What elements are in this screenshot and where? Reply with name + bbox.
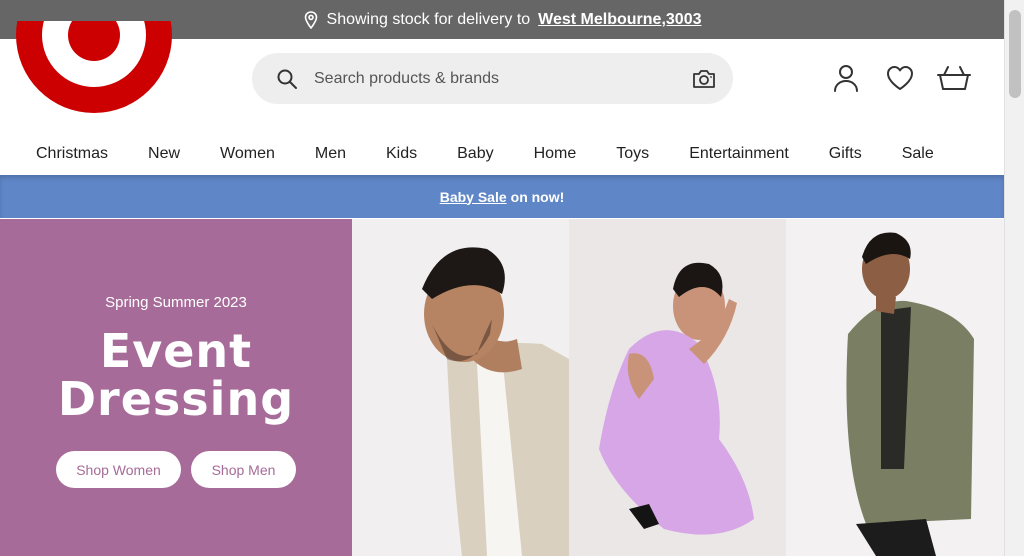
search-input[interactable] (314, 69, 683, 88)
promo-link[interactable]: Baby Sale (440, 189, 507, 205)
hero-section: Spring Summer 2023 Event Dressing Shop W… (0, 219, 1004, 556)
nav-item-new[interactable]: New (148, 145, 180, 163)
shop-men-button[interactable]: Shop Men (191, 451, 296, 488)
nav-item-gifts[interactable]: Gifts (829, 145, 862, 163)
camera-icon[interactable] (691, 68, 717, 90)
scrollbar-thumb[interactable] (1009, 10, 1021, 98)
nav-item-sale[interactable]: Sale (902, 145, 934, 163)
promo-suffix: on now! (510, 188, 565, 205)
page-scrollbar[interactable] (1004, 0, 1024, 556)
header-actions (828, 61, 972, 95)
hero-photo-woman-lilac-dress[interactable] (569, 219, 786, 556)
hero-text-panel: Spring Summer 2023 Event Dressing Shop W… (0, 219, 352, 556)
promo-banner: Baby Sale on now! (0, 175, 1004, 218)
nav-item-toys[interactable]: Toys (616, 145, 649, 163)
nav-item-home[interactable]: Home (534, 145, 577, 163)
shop-women-button[interactable]: Shop Women (56, 451, 181, 488)
hero-photo-man-beige-blazer[interactable] (352, 219, 569, 556)
nav-item-women[interactable]: Women (220, 145, 275, 163)
nav-item-kids[interactable]: Kids (386, 145, 417, 163)
account-icon[interactable] (828, 61, 864, 95)
search-bar[interactable] (252, 53, 733, 104)
nav-item-baby[interactable]: Baby (457, 145, 493, 163)
nav-item-men[interactable]: Men (315, 145, 346, 163)
site-header: Christmas New Women Men Kids Baby Home T… (0, 21, 1004, 174)
hero-headline-line1: Event (99, 324, 253, 378)
search-icon[interactable] (276, 68, 298, 90)
wishlist-heart-icon[interactable] (882, 61, 918, 95)
hero-buttons: Shop Women Shop Men (56, 451, 296, 488)
nav-item-christmas[interactable]: Christmas (36, 145, 108, 163)
nav-item-entertainment[interactable]: Entertainment (689, 145, 789, 163)
delivery-prefix: Showing stock for delivery to (326, 10, 531, 28)
delivery-location-link[interactable]: West Melbourne,3003 (538, 11, 701, 29)
cart-basket-icon[interactable] (936, 61, 972, 95)
location-pin-icon (303, 10, 319, 29)
hero-kicker: Spring Summer 2023 (105, 294, 247, 311)
target-logo[interactable] (14, 21, 174, 113)
hero-headline: Event Dressing (0, 327, 352, 423)
hero-photo-man-olive-blazer[interactable] (786, 219, 1004, 556)
hero-headline-line2: Dressing (57, 372, 295, 426)
main-nav: Christmas New Women Men Kids Baby Home T… (0, 135, 1004, 173)
